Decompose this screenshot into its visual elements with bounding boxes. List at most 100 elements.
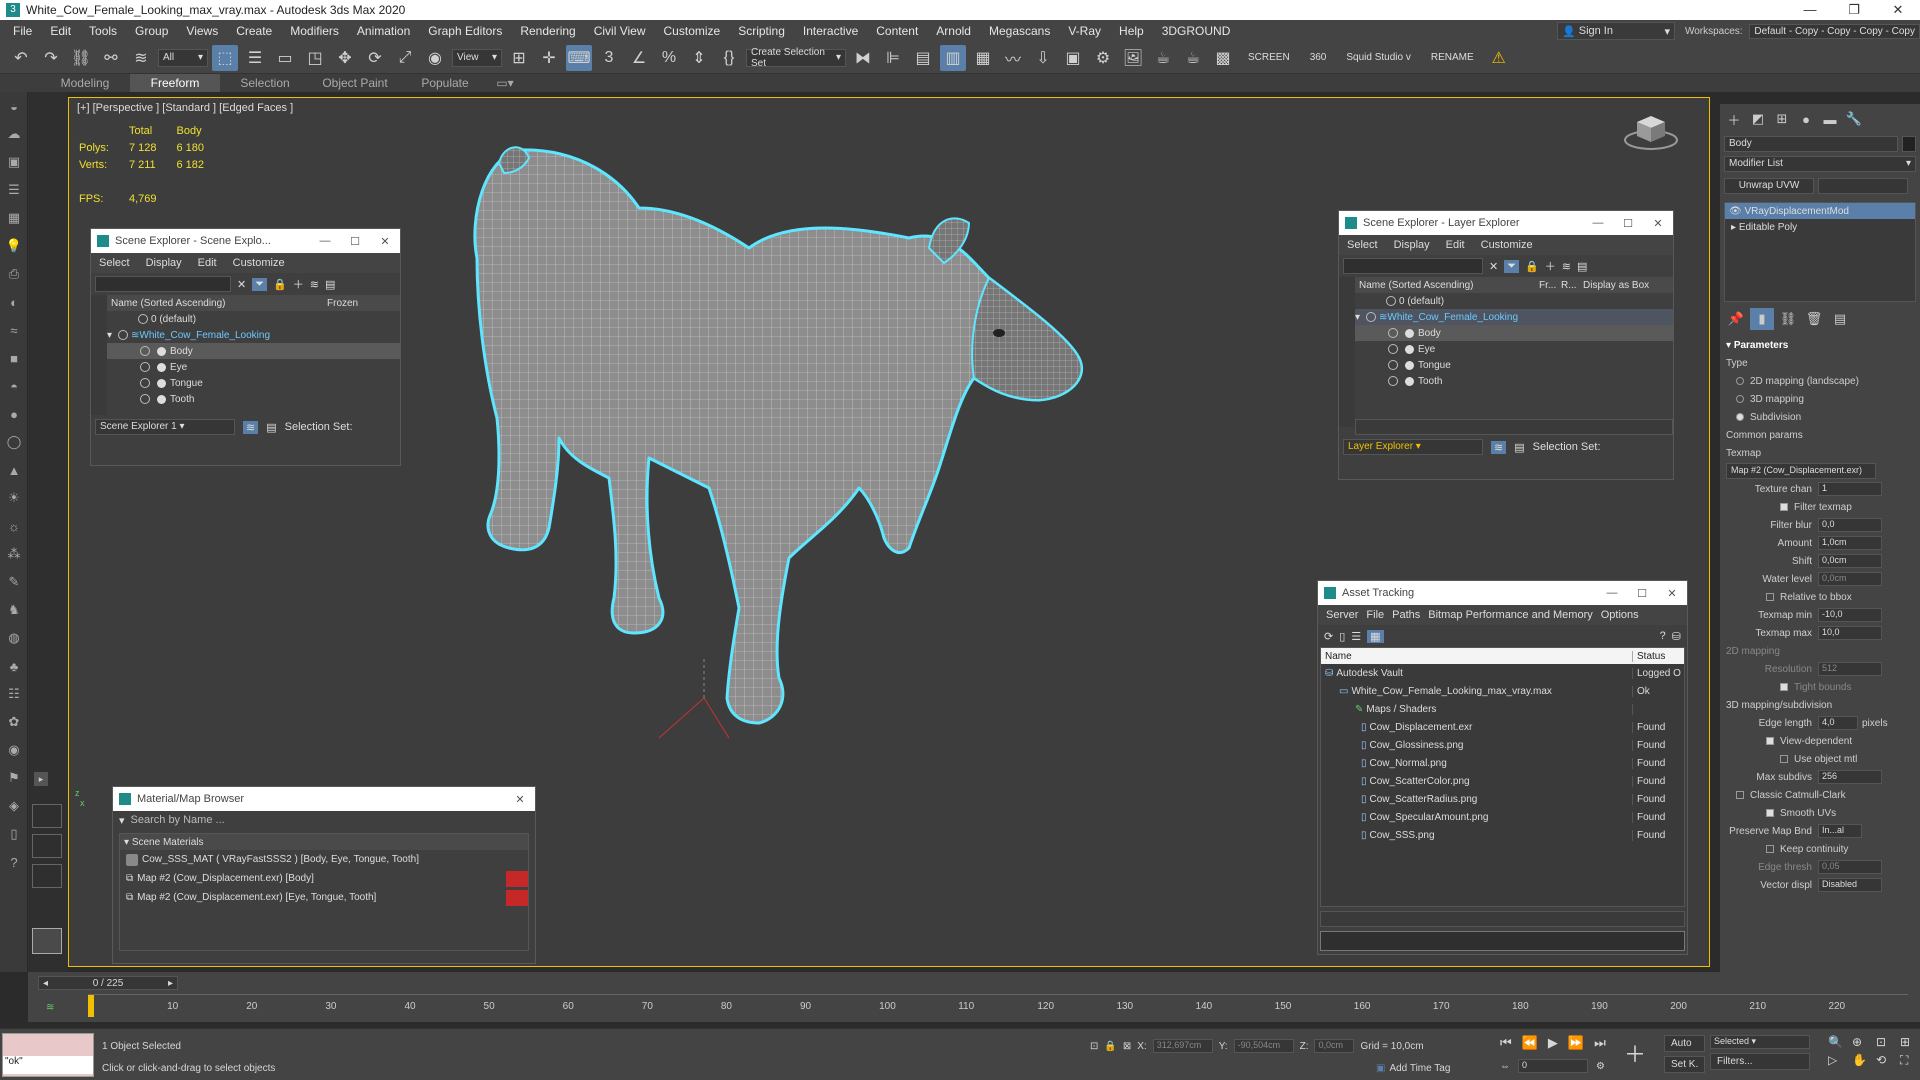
tab-populate[interactable]: Populate xyxy=(400,76,490,90)
col-frozen[interactable]: Fr... xyxy=(1539,280,1561,291)
remove-modifier-icon[interactable]: 🗑 xyxy=(1802,308,1826,330)
asset-row[interactable]: ▯ Cow_Glossiness.png Found xyxy=(1321,736,1684,754)
menu-options[interactable]: Options xyxy=(1601,609,1639,621)
scene-explorer-titlebar[interactable]: Scene Explorer - Scene Explo... — ☐ ✕ xyxy=(91,229,400,253)
col-name[interactable]: Name xyxy=(1321,650,1633,662)
search-input[interactable] xyxy=(95,276,231,292)
angle-snap-icon[interactable]: ∠ xyxy=(626,45,652,71)
unlink-icon[interactable]: ⚯ xyxy=(98,45,124,71)
add-layer-icon[interactable]: ＋ xyxy=(1545,258,1556,274)
sign-in-button[interactable]: 👤 Sign In ▾ xyxy=(1556,22,1675,40)
sphere-2-icon[interactable]: ◉ xyxy=(0,736,28,764)
selection-set-icon[interactable]: ▤ xyxy=(1514,441,1524,454)
maximize-button[interactable]: ☐ xyxy=(340,235,370,248)
minimize-button[interactable]: — xyxy=(310,235,340,248)
scale-icon[interactable]: ⤢ xyxy=(392,45,418,71)
named-selection-icon[interactable]: {} xyxy=(716,45,742,71)
warning-icon[interactable]: ⚠ xyxy=(1486,45,1512,71)
tree-row[interactable]: Body xyxy=(107,343,400,359)
render-iterative-icon[interactable]: ☕ xyxy=(1180,45,1206,71)
render-setup-icon[interactable]: ⚙ xyxy=(1090,45,1116,71)
tab-freeform[interactable]: Freeform xyxy=(130,74,220,92)
keep-continuity-checkbox[interactable]: Keep continuity xyxy=(1726,840,1914,858)
helper-icon[interactable]: ◐ xyxy=(0,288,28,316)
menu-help[interactable]: Help xyxy=(1110,24,1153,38)
teapot-icon[interactable]: ◓ xyxy=(0,372,28,400)
ribbon-options-icon[interactable]: ▭▾ xyxy=(490,76,520,90)
pivot-icon[interactable]: ⊞ xyxy=(506,45,532,71)
isolate-icon[interactable]: ⊡ xyxy=(1090,1041,1098,1052)
close-button[interactable]: ✕ xyxy=(1876,2,1920,18)
configure-sets-icon[interactable]: ▤ xyxy=(1828,308,1852,330)
pan-icon[interactable]: ✋ xyxy=(1852,1053,1872,1068)
path-input[interactable] xyxy=(1320,931,1685,951)
menu-file[interactable]: File xyxy=(1366,609,1384,621)
menu-select[interactable]: Select xyxy=(99,257,130,269)
filter-icon[interactable]: ⏷ xyxy=(1504,259,1520,273)
tree-row[interactable]: 0 (default) xyxy=(107,311,400,327)
unwrap-uvw-button[interactable]: Unwrap UVW xyxy=(1724,178,1814,194)
stack-item[interactable]: ▸ Editable Poly xyxy=(1725,219,1915,235)
water-level-spinner[interactable]: 0,0cm xyxy=(1818,572,1882,586)
options-icon[interactable]: ▤ xyxy=(1577,260,1587,273)
schematic-view-icon[interactable]: ⇩ xyxy=(1030,45,1056,71)
window-crossing-icon[interactable]: ◳ xyxy=(302,45,328,71)
render-region-icon[interactable]: ▩ xyxy=(1210,45,1236,71)
material-editor-icon[interactable]: ▣ xyxy=(1060,45,1086,71)
menu-interactive[interactable]: Interactive xyxy=(794,24,867,38)
asset-tracking-titlebar[interactable]: Asset Tracking — ☐ ✕ xyxy=(1318,581,1687,605)
link-icon[interactable]: ⛓ xyxy=(68,45,94,71)
texture-chan-spinner[interactable]: 1 xyxy=(1818,482,1882,496)
horizontal-scrollbar[interactable] xyxy=(1355,419,1673,435)
script-icon[interactable]: ⚑ xyxy=(0,764,28,792)
bulb-icon[interactable]: 💡 xyxy=(0,232,28,260)
key-mode-icon[interactable]: ⇔ xyxy=(1500,1061,1510,1072)
type-subdivision-radio[interactable]: Subdivision xyxy=(1726,408,1914,426)
container-icon[interactable]: ▣ xyxy=(0,148,28,176)
next-key-icon[interactable]: ⏩ xyxy=(1568,1035,1584,1051)
set-key-big-icon[interactable]: ＋ xyxy=(1624,1037,1646,1069)
refresh-icon[interactable]: ⟳ xyxy=(1324,630,1333,643)
key-selection-dropdown[interactable]: Selected ▾ xyxy=(1710,1035,1810,1049)
eye-icon[interactable] xyxy=(1388,376,1398,386)
tab-object-paint[interactable]: Object Paint xyxy=(310,76,400,90)
key-filters-button[interactable]: Filters... xyxy=(1710,1053,1810,1070)
eye-icon[interactable] xyxy=(1388,344,1398,354)
pin-stack-icon[interactable]: 📌 xyxy=(1724,308,1748,330)
menu-graph-editors[interactable]: Graph Editors xyxy=(419,24,511,38)
material-row[interactable]: ⧉ Map #2 (Cow_Displacement.exr) [Eye, Ton… xyxy=(120,888,528,907)
spacewarp-icon[interactable]: ≈ xyxy=(0,316,28,344)
menu-modifiers[interactable]: Modifiers xyxy=(281,24,348,38)
redo-icon[interactable]: ↷ xyxy=(38,45,64,71)
menu-server[interactable]: Server xyxy=(1326,609,1358,621)
eye-icon[interactable] xyxy=(138,314,148,324)
close-button[interactable]: ✕ xyxy=(1643,217,1673,230)
rename-label[interactable]: RENAME xyxy=(1423,52,1482,63)
select-object-icon[interactable]: ⬚ xyxy=(212,44,238,71)
utilities-tab-icon[interactable]: 🔧 xyxy=(1842,108,1866,130)
preserve-map-dropdown[interactable]: In...al xyxy=(1818,824,1862,838)
menu-views[interactable]: Views xyxy=(177,24,227,38)
object-name-field[interactable]: Body xyxy=(1724,136,1898,152)
maximize-viewport-icon[interactable]: ⛶ xyxy=(1900,1053,1920,1068)
asset-row[interactable]: ▯ Cow_ScatterRadius.png Found xyxy=(1321,790,1684,808)
script-editor-icon[interactable]: ▯ xyxy=(0,820,28,848)
grid-icon[interactable]: ▦ xyxy=(0,204,28,232)
dynamics-icon[interactable]: ✎ xyxy=(0,568,28,596)
squid-studio-label[interactable]: Squid Studio v xyxy=(1338,52,1419,63)
edge-length-spinner[interactable]: 4,0 xyxy=(1818,716,1858,730)
tight-bounds-checkbox[interactable]: Tight bounds xyxy=(1726,678,1914,696)
menu-megascans[interactable]: Megascans xyxy=(980,24,1059,38)
type-2d-radio[interactable]: 2D mapping (landscape) xyxy=(1726,372,1914,390)
eye-icon[interactable] xyxy=(140,394,150,404)
stack-item[interactable]: 👁 VRayDisplacementMod xyxy=(1725,203,1915,219)
eye-icon[interactable] xyxy=(118,330,128,340)
clear-icon[interactable]: ✕ xyxy=(237,278,246,291)
eye-icon[interactable] xyxy=(140,378,150,388)
eye-icon[interactable] xyxy=(140,362,150,372)
eye-icon[interactable] xyxy=(1386,296,1396,306)
sphere-icon[interactable]: ● xyxy=(0,400,28,428)
box-icon[interactable]: ■ xyxy=(0,344,28,372)
material-row[interactable]: ⧉ Map #2 (Cow_Displacement.exr) [Body] xyxy=(120,869,528,888)
rotate-icon[interactable]: ⟳ xyxy=(362,45,388,71)
